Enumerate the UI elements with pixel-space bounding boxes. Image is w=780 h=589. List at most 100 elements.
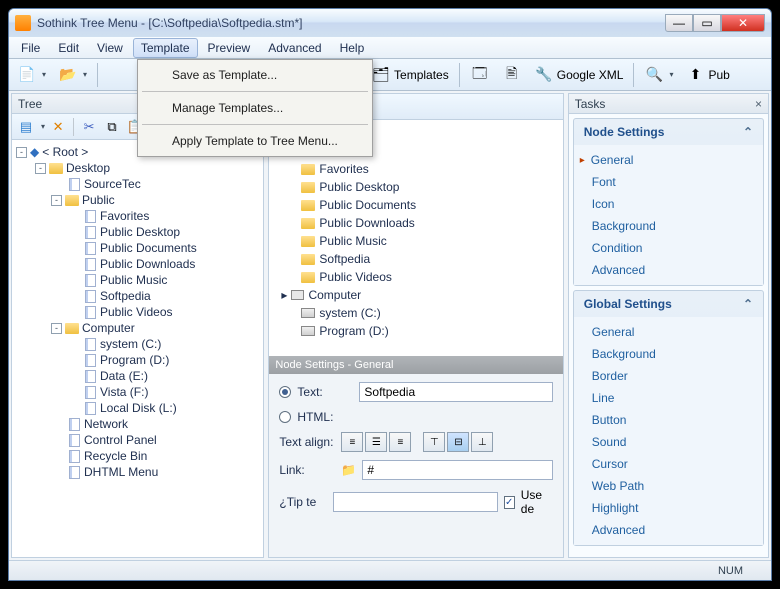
googlexml-button[interactable]: 🔧Google XML	[530, 63, 628, 87]
text-input[interactable]	[359, 382, 552, 402]
tree-view[interactable]: - ◆ < Root >-DesktopSourceTec-PublicFavo…	[12, 140, 263, 557]
tree-row[interactable]: system (C:)	[16, 336, 259, 352]
task-link[interactable]: Cursor	[574, 453, 763, 475]
menu-file[interactable]: File	[13, 38, 48, 58]
task-link[interactable]: Sound	[574, 431, 763, 453]
tree-row[interactable]: SourceTec	[16, 176, 259, 192]
templates-button[interactable]: 🗂Templates	[367, 63, 453, 87]
task-link[interactable]: Advanced	[574, 259, 763, 281]
preview-row[interactable]: Public Videos	[273, 268, 558, 286]
tree-add-button[interactable]: ▤	[16, 117, 36, 137]
folder-icon	[301, 254, 315, 265]
tree-row[interactable]: DHTML Menu	[16, 464, 259, 480]
cut-button[interactable]: ✂	[79, 117, 99, 137]
task-link[interactable]: Button	[574, 409, 763, 431]
task-link[interactable]: Border	[574, 365, 763, 387]
maximize-button[interactable]: ▭	[693, 14, 721, 32]
folder-icon	[301, 272, 315, 283]
menu-help[interactable]: Help	[332, 38, 373, 58]
preview-row[interactable]: system (C:)	[273, 304, 558, 322]
tree-row[interactable]: Data (E:)	[16, 368, 259, 384]
align-center-button[interactable]: ☰	[365, 432, 387, 452]
task-link[interactable]: Line	[574, 387, 763, 409]
align-right-button[interactable]: ≡	[389, 432, 411, 452]
task-link[interactable]: General	[574, 149, 763, 171]
preview-row[interactable]: Public Documents	[273, 196, 558, 214]
dropdown-item[interactable]: Apply Template to Tree Menu...	[140, 128, 370, 154]
tree-row[interactable]: Local Disk (L:)	[16, 400, 259, 416]
tip-input[interactable]	[333, 492, 498, 512]
tree-row[interactable]: Public Downloads	[16, 256, 259, 272]
publish-button[interactable]: ⬆Pub	[681, 63, 733, 87]
align-left-button[interactable]: ≡	[341, 432, 363, 452]
copy-button[interactable]: ⧉	[102, 117, 122, 137]
tree-row[interactable]: Public Videos	[16, 304, 259, 320]
menu-preview[interactable]: Preview	[200, 38, 259, 58]
expand-icon[interactable]: -	[35, 163, 46, 174]
html-radio[interactable]	[279, 411, 291, 423]
preview-row[interactable]: Program (D:)	[273, 322, 558, 340]
menu-template[interactable]: Template	[133, 38, 198, 58]
task-link[interactable]: Highlight	[574, 497, 763, 519]
new-button[interactable]: 📄▾	[13, 63, 50, 87]
valign-top-button[interactable]: ⊤	[423, 432, 445, 452]
expand-icon[interactable]: -	[51, 323, 62, 334]
expand-icon[interactable]: -	[16, 147, 27, 158]
tree-row[interactable]: Control Panel	[16, 432, 259, 448]
task-link[interactable]: Icon	[574, 193, 763, 215]
valign-bot-button[interactable]: ⊥	[471, 432, 493, 452]
task-link[interactable]: Background	[574, 343, 763, 365]
valign-mid-button[interactable]: ⊟	[447, 432, 469, 452]
menu-edit[interactable]: Edit	[50, 38, 87, 58]
tree-row[interactable]: Network	[16, 416, 259, 432]
tree-row[interactable]: Program (D:)	[16, 352, 259, 368]
tree-row[interactable]: - Desktop	[16, 160, 259, 176]
tree-row[interactable]: Recycle Bin	[16, 448, 259, 464]
task-link[interactable]: General	[574, 321, 763, 343]
task-link[interactable]: Condition	[574, 237, 763, 259]
tree-row[interactable]: Public Desktop	[16, 224, 259, 240]
preview-row[interactable]: ▸Computer	[273, 286, 558, 304]
tree-row[interactable]: Softpedia	[16, 288, 259, 304]
minimize-button[interactable]: —	[665, 14, 693, 32]
tree-delete-button[interactable]: ✕	[48, 117, 68, 137]
tree-row[interactable]: Public Documents	[16, 240, 259, 256]
menu-view[interactable]: View	[89, 38, 131, 58]
task-link[interactable]: Background	[574, 215, 763, 237]
folder-icon	[301, 164, 315, 175]
use-de-checkbox[interactable]: ✓	[504, 496, 515, 509]
task-link[interactable]: Font	[574, 171, 763, 193]
link-input[interactable]	[362, 460, 552, 480]
preview-row[interactable]: Public Music	[273, 232, 558, 250]
tree-row[interactable]: Favorites	[16, 208, 259, 224]
preview-button[interactable]: 🔍▾	[640, 63, 677, 87]
task-link[interactable]: Advanced	[574, 519, 763, 541]
expand-icon[interactable]: -	[51, 195, 62, 206]
task-link[interactable]: Web Path	[574, 475, 763, 497]
browse-icon[interactable]: 📁	[341, 463, 356, 477]
close-tasks-icon[interactable]: ×	[755, 97, 762, 111]
menu-advanced[interactable]: Advanced	[260, 38, 329, 58]
preview-row[interactable]: Softpedia	[273, 250, 558, 268]
preview-row[interactable]: Favorites	[273, 160, 558, 178]
tasks-node-header[interactable]: Node Settings⌃	[574, 119, 763, 145]
open-button[interactable]: 📂▾	[54, 63, 91, 87]
tree-label: Public Music	[100, 273, 167, 287]
tree-row[interactable]: -Computer	[16, 320, 259, 336]
tree-label: Desktop	[66, 161, 110, 175]
tree-row[interactable]: Vista (F:)	[16, 384, 259, 400]
dropdown-item[interactable]: Manage Templates...	[140, 95, 370, 121]
text-radio[interactable]	[279, 386, 291, 398]
tree-row[interactable]: Public Music	[16, 272, 259, 288]
tool-btn-1[interactable]: 🗔	[466, 63, 494, 87]
expand-icon[interactable]: ▸	[281, 288, 287, 302]
tree-row[interactable]: -Public	[16, 192, 259, 208]
preview-row[interactable]: Public Desktop	[273, 178, 558, 196]
tree-label: Favorites	[100, 209, 149, 223]
page-icon	[83, 241, 97, 255]
tool-btn-2[interactable]: 🖹	[498, 63, 526, 87]
preview-row[interactable]: Public Downloads	[273, 214, 558, 232]
tasks-global-header[interactable]: Global Settings⌃	[574, 291, 763, 317]
dropdown-item[interactable]: Save as Template...	[140, 62, 370, 88]
close-button[interactable]: ✕	[721, 14, 765, 32]
